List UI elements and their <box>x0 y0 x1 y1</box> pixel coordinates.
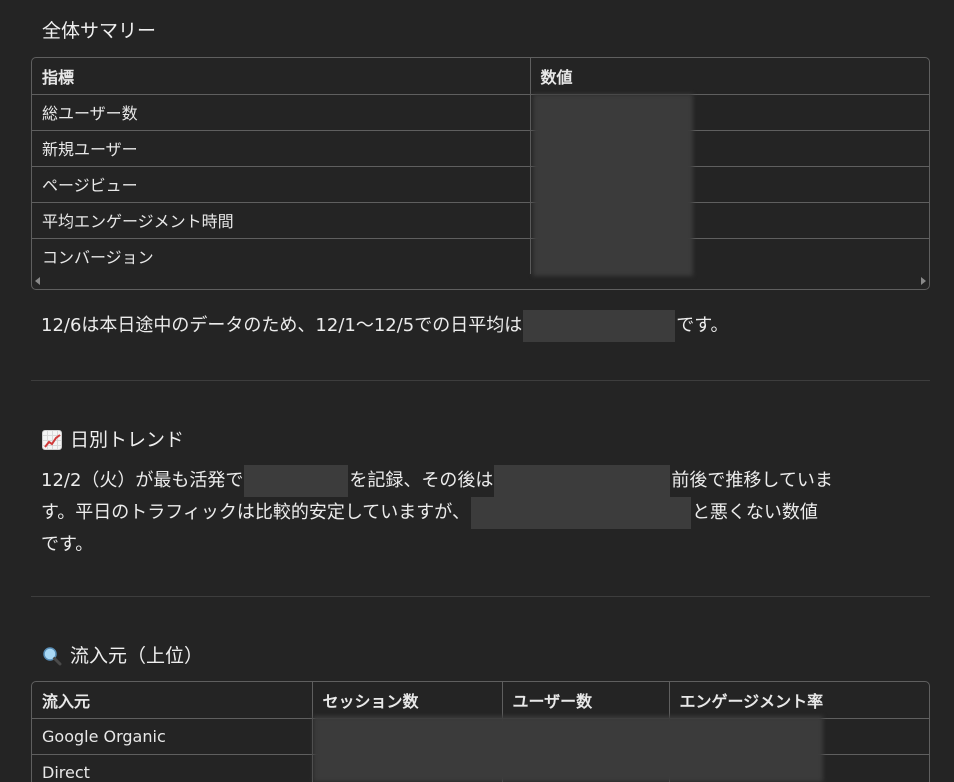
table-row: 総ユーザー数 <box>32 94 929 131</box>
header-value: 数値 <box>530 58 929 95</box>
redacted-values <box>533 94 693 276</box>
summary-note-before: 12/6は本日途中のデータのため、12/1〜12/5での日平均は <box>41 315 523 336</box>
horizontal-scrollbar[interactable] <box>32 274 929 288</box>
page: 全体サマリー 指標 数値 総ユーザー数 新規ユーザー ページビュー 平均エンゲー… <box>0 0 954 782</box>
header-sessions: セッション数 <box>312 682 503 719</box>
trend-text: 前後で推移していま <box>671 470 833 491</box>
trend-text-line1: 12/2（火）が最も活発で を記録、その後は 前後で推移していま <box>41 465 833 497</box>
header-source: 流入元 <box>32 682 313 719</box>
metric-label: 新規ユーザー <box>32 130 531 167</box>
trend-title-text: 日別トレンド <box>70 429 185 451</box>
sources-title: 流入元（上位） <box>42 643 203 669</box>
redacted-value <box>494 465 671 497</box>
table-row: 新規ユーザー <box>32 130 929 167</box>
trend-text: と悪くない数値 <box>691 502 818 523</box>
metric-label: ページビュー <box>32 166 531 203</box>
trend-text-line2: す。平日のトラフィックは比較的安定していますが、 と悪くない数値 <box>41 497 818 529</box>
header-engagement: エンゲージメント率 <box>669 682 929 719</box>
scroll-right-arrow-icon[interactable] <box>921 277 926 285</box>
table-header-row: 指標 数値 <box>32 58 929 95</box>
header-users: ユーザー数 <box>502 682 670 719</box>
source-label: Direct <box>32 754 313 782</box>
magnifying-glass-icon <box>42 646 62 666</box>
table-row: コンバージョン <box>32 238 929 274</box>
summary-title: 全体サマリー <box>42 18 156 44</box>
metric-label: コンバージョン <box>32 238 531 274</box>
scroll-left-arrow-icon[interactable] <box>35 277 40 285</box>
divider <box>31 596 930 597</box>
sources-title-text: 流入元（上位） <box>70 645 204 667</box>
metric-label: 平均エンゲージメント時間 <box>32 202 531 239</box>
summary-table: 指標 数値 総ユーザー数 新規ユーザー ページビュー 平均エンゲージメント時間 … <box>31 57 930 290</box>
header-metric: 指標 <box>32 58 531 95</box>
redacted-value <box>244 465 349 497</box>
redacted-value <box>470 497 691 529</box>
trend-text: す。平日のトラフィックは比較的安定していますが、 <box>41 502 470 523</box>
metric-label: 総ユーザー数 <box>32 94 531 131</box>
summary-title-text: 全体サマリー <box>42 20 157 42</box>
summary-note: 12/6は本日途中のデータのため、12/1〜12/5での日平均は です。 <box>41 310 728 342</box>
summary-note-after: です。 <box>676 315 729 336</box>
table-row: ページビュー <box>32 166 929 203</box>
table-header-row: 流入元 セッション数 ユーザー数 エンゲージメント率 <box>32 682 929 719</box>
trend-text-line3: です。 <box>41 529 93 561</box>
trend-text: です。 <box>41 534 94 555</box>
trend-text: を記録、その後は <box>349 470 494 491</box>
trend-text: 12/2（火）が最も活発で <box>41 470 244 491</box>
divider <box>31 380 930 381</box>
redacted-value <box>523 310 676 342</box>
source-label: Google Organic <box>32 718 313 755</box>
table-row: 平均エンゲージメント時間 <box>32 202 929 239</box>
trend-title: 日別トレンド <box>42 427 184 453</box>
chart-increasing-icon <box>42 430 62 450</box>
redacted-values <box>313 716 823 782</box>
